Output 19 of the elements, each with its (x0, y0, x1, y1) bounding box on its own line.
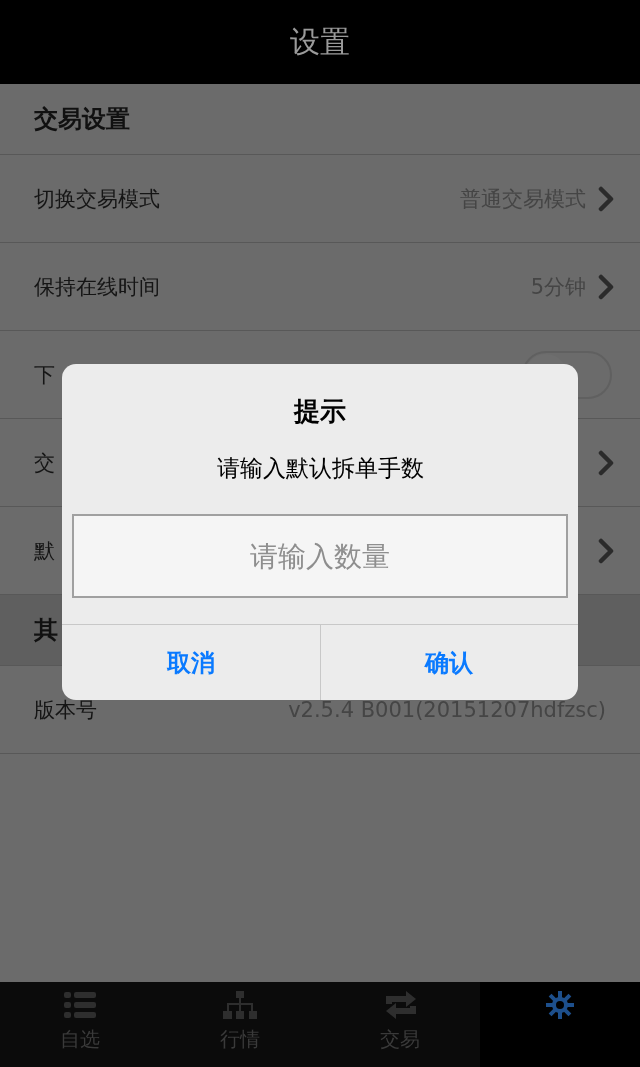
row-label: 交 (34, 449, 55, 477)
hierarchy-icon (222, 990, 258, 1020)
chevron-icon (598, 273, 614, 300)
tab[interactable] (480, 982, 640, 1067)
chevron-icon (598, 449, 614, 476)
chevron-icon (598, 537, 614, 564)
dialog-message: 请输入默认拆单手数 (216, 454, 424, 483)
screen-title: 设置 (290, 22, 350, 61)
confirm-button[interactable]: 确认 (319, 625, 578, 700)
list-icon (62, 990, 98, 1020)
row-label: 默 (34, 537, 55, 565)
dialog-title: 提示 (294, 395, 346, 428)
row-label: 保持在线时间 (34, 273, 160, 301)
section-title: 交易设置 (34, 104, 130, 135)
chevron-icon (598, 185, 614, 212)
row-label: 下 (34, 361, 55, 389)
section-title: 其 (34, 615, 58, 646)
input-field[interactable]: 请输入数量 (72, 514, 568, 598)
row-label: 切换交易模式 (34, 185, 160, 213)
